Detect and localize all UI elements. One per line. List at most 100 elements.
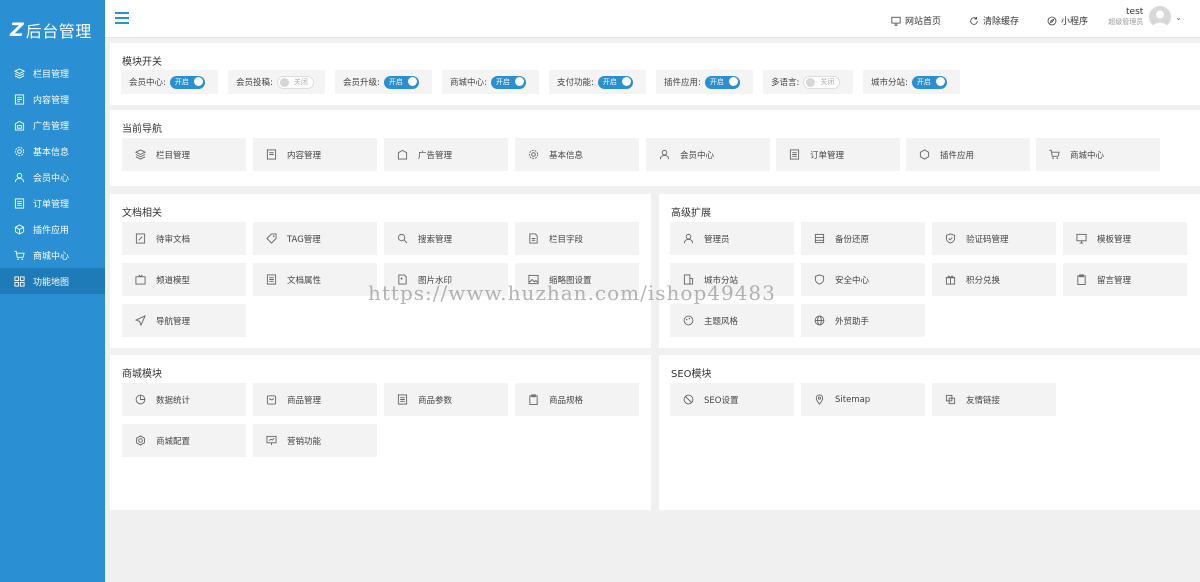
adv-tile-themes[interactable]: 主题风格 (670, 304, 794, 337)
pie-chart-icon (134, 394, 146, 406)
tile-label: 商城配置 (156, 436, 191, 447)
toggle-switch[interactable]: 开启 (704, 75, 740, 89)
adv-tile-admins[interactable]: 管理员 (670, 222, 794, 255)
image-file-icon (396, 274, 408, 286)
shop-tile-product-specs[interactable]: 商品规格 (515, 383, 639, 416)
adv-tile-city-sites[interactable]: 城市分站 (670, 263, 794, 296)
doc-tile-pending-docs[interactable]: 待审文档 (122, 222, 246, 255)
toggle-state: 关闭 (293, 78, 308, 86)
sidebar-item-label: 功能地图 (33, 277, 70, 288)
sidebar-item-label: 广告管理 (33, 121, 70, 132)
tile-label: 广告管理 (418, 150, 453, 161)
monitor-icon (891, 16, 901, 26)
tile-label: 订单管理 (810, 150, 845, 161)
doc-tile-channel-models[interactable]: 频道模型 (122, 263, 246, 296)
tile-label: 栏目管理 (156, 150, 191, 161)
nav-tile-basic-info[interactable]: 基本信息 (515, 138, 639, 171)
doc-tile-navigation[interactable]: 导航管理 (122, 304, 246, 337)
toggle-state: 关闭 (820, 78, 835, 86)
seo-tile-sitemap[interactable]: Sitemap (801, 383, 925, 416)
adv-tile-points[interactable]: 积分兑换 (932, 263, 1056, 296)
switch-payment: 支付功能: 开启 (549, 70, 646, 94)
clipboard-icon (1075, 274, 1087, 286)
doc-tile-thumbnail-settings[interactable]: 缩略图设置 (515, 263, 639, 296)
tv-icon (134, 274, 146, 286)
sidebar-item-orders[interactable]: 订单管理 (0, 190, 105, 216)
adv-tile-foreign-trade[interactable]: 外贸助手 (801, 304, 925, 337)
doc-tile-doc-attributes[interactable]: 文档属性 (253, 263, 377, 296)
sidebar-item-ads[interactable]: 广告管理 (0, 112, 105, 138)
sidebar-item-members[interactable]: 会员中心 (0, 164, 105, 190)
tile-label: 插件应用 (940, 150, 975, 161)
menu-toggle-icon[interactable] (115, 12, 129, 24)
adv-tile-messages[interactable]: 留言管理 (1063, 263, 1187, 296)
doc-tile-column-fields[interactable]: 栏目字段 (515, 222, 639, 255)
nav-tile-members[interactable]: 会员中心 (646, 138, 770, 171)
toggle-state: 开启 (174, 78, 189, 86)
palette-icon (682, 315, 694, 327)
seo-tile-settings[interactable]: SEO设置 (670, 383, 794, 416)
app-logo[interactable]: Z 后台管理 (0, 0, 105, 60)
toggle-switch[interactable]: 关闭 (276, 75, 314, 89)
nav-tile-orders[interactable]: 订单管理 (776, 138, 900, 171)
image-icon (527, 274, 539, 286)
shop-tile-products[interactable]: 商品管理 (253, 383, 377, 416)
user-icon (658, 149, 670, 161)
shop-tile-product-params[interactable]: 商品参数 (384, 383, 508, 416)
shield-icon (944, 233, 956, 245)
nav-tile-ads[interactable]: 广告管理 (384, 138, 508, 171)
sidebar-item-function-map[interactable]: 功能地图 (0, 268, 105, 294)
switch-plugins: 插件应用: 开启 (656, 70, 753, 94)
toggle-switch[interactable]: 开启 (383, 75, 419, 89)
tile-label: 栏目字段 (549, 234, 584, 245)
toggle-switch[interactable]: 开启 (169, 75, 205, 89)
shop-tile-statistics[interactable]: 数据统计 (122, 383, 246, 416)
doc-tile-tags[interactable]: TAG管理 (253, 222, 377, 255)
panel-title: SEO模块 (671, 369, 712, 380)
site-home-label: 网站首页 (905, 17, 942, 27)
shop-tile-shop-config[interactable]: 商城配置 (122, 424, 246, 457)
ad-icon (14, 120, 25, 131)
adv-tile-backup[interactable]: 备份还原 (801, 222, 925, 255)
sidebar-item-label: 订单管理 (33, 199, 70, 210)
tile-label: 内容管理 (287, 150, 322, 161)
toggle-switch[interactable]: 开启 (490, 75, 526, 89)
switch-multi-language: 多语言: 关闭 (763, 70, 853, 94)
toggle-switch[interactable]: 开启 (597, 75, 633, 89)
cube-icon (918, 149, 930, 161)
site-home-link[interactable]: 网站首页 (891, 14, 941, 27)
sidebar-item-shop[interactable]: 商城中心 (0, 242, 105, 268)
sidebar-item-columns[interactable]: 栏目管理 (0, 60, 105, 86)
adv-tile-captcha[interactable]: 验证码管理 (932, 222, 1056, 255)
nav-tile-columns[interactable]: 栏目管理 (122, 138, 246, 171)
sidebar-item-plugins[interactable]: 插件应用 (0, 216, 105, 242)
building-icon (682, 274, 694, 286)
tile-label: Sitemap (835, 394, 871, 405)
adv-tile-templates[interactable]: 模板管理 (1063, 222, 1187, 255)
toggle-switch[interactable]: 开启 (911, 75, 947, 89)
switch-city-sites: 城市分站: 开启 (863, 70, 960, 94)
list-icon (14, 197, 25, 209)
sidebar-item-label: 会员中心 (33, 173, 70, 184)
shop-tile-marketing[interactable]: 营销功能 (253, 424, 377, 457)
user-menu[interactable]: test 超级管理员 ⌄ (1108, 6, 1182, 28)
compass-icon (1047, 16, 1057, 25)
cart-icon (14, 250, 25, 261)
presentation-icon (265, 435, 277, 447)
doc-tile-image-watermark[interactable]: 图片水印 (384, 263, 508, 296)
seo-tile-friend-links[interactable]: 友情链接 (932, 383, 1056, 416)
nav-tile-content[interactable]: 内容管理 (253, 138, 377, 171)
toggle-switch[interactable]: 关闭 (803, 75, 841, 89)
switch-label: 会员中心: (129, 78, 166, 88)
sidebar-item-content[interactable]: 内容管理 (0, 86, 105, 112)
mini-program-link[interactable]: 小程序 (1047, 14, 1088, 27)
adv-tile-security[interactable]: 安全中心 (801, 263, 925, 296)
clear-cache-button[interactable]: 清除缓存 (969, 14, 1019, 27)
sidebar-item-basic-info[interactable]: 基本信息 (0, 138, 105, 164)
map-pin-icon (813, 394, 825, 406)
toggle-state: 开启 (495, 78, 510, 86)
doc-tile-search[interactable]: 搜索管理 (384, 222, 508, 255)
nav-tile-shop[interactable]: 商城中心 (1036, 138, 1160, 171)
tile-label: 导航管理 (156, 316, 191, 327)
nav-tile-plugins[interactable]: 插件应用 (906, 138, 1030, 171)
